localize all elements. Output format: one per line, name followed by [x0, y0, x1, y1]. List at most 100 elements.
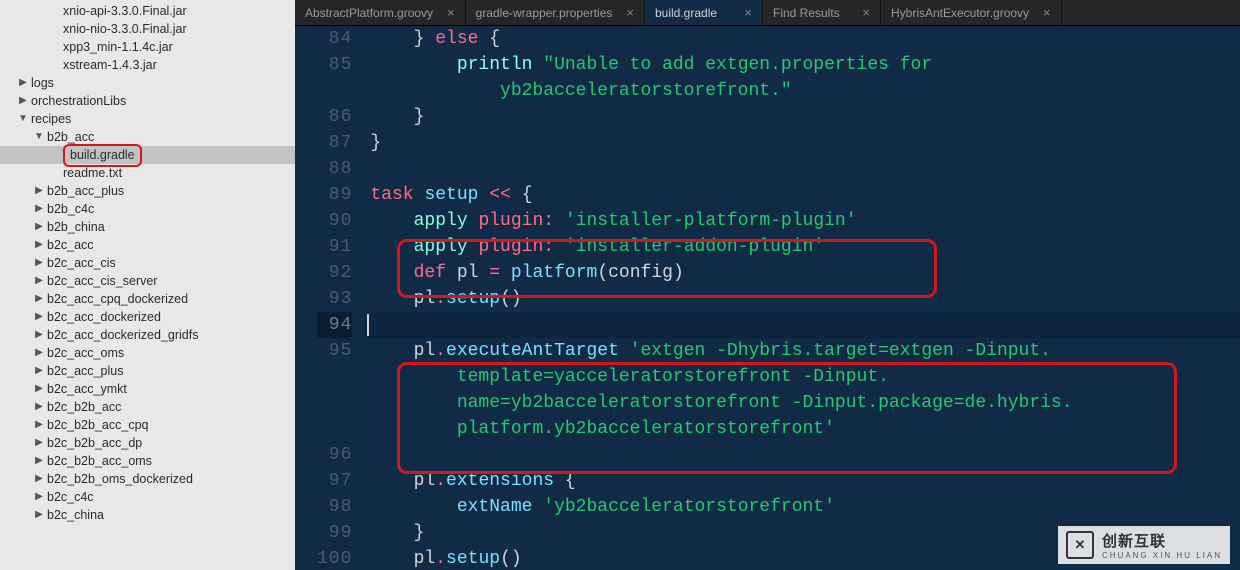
tab-label: build.gradle [655, 6, 717, 20]
chevron-right-icon[interactable]: ▶ [34, 204, 44, 214]
tree-item[interactable]: ▶b2b_c4c [0, 200, 295, 218]
line-number: 92 [317, 260, 352, 286]
tree-item[interactable]: ▶build.gradle [0, 146, 295, 164]
chevron-right-icon[interactable]: ▶ [34, 240, 44, 250]
tree-item[interactable]: ▶b2c_b2b_acc_dp [0, 434, 295, 452]
tree-item-label: b2c_china [47, 508, 104, 522]
code-line[interactable] [370, 312, 1240, 338]
tree-item[interactable]: ▶b2b_acc_plus [0, 182, 295, 200]
tree-item[interactable]: ▶b2c_b2b_oms_dockerized [0, 470, 295, 488]
tree-item-label: b2c_acc_plus [47, 364, 123, 378]
tree-item[interactable]: ▶b2c_acc_dockerized [0, 308, 295, 326]
tab[interactable]: build.gradle × [645, 0, 763, 25]
tab[interactable]: HybrisAntExecutor.groovy× [881, 0, 1062, 25]
chevron-right-icon[interactable]: ▶ [18, 96, 28, 106]
tree-item-label: b2c_b2b_oms_dockerized [47, 472, 193, 486]
file-tree[interactable]: ▶xnio-api-3.3.0.Final.jar▶xnio-nio-3.3.0… [0, 0, 295, 570]
line-number: 89 [317, 182, 352, 208]
code-line[interactable]: template=yacceleratorstorefront -Dinput. [370, 364, 1240, 390]
chevron-right-icon[interactable]: ▶ [34, 258, 44, 268]
close-icon[interactable]: × [1043, 5, 1051, 20]
code-editor[interactable]: 84858687888990919293949596979899100 } el… [295, 26, 1240, 570]
close-icon[interactable]: × [744, 5, 752, 20]
chevron-right-icon[interactable]: ▶ [34, 366, 44, 376]
chevron-right-icon[interactable]: ▶ [34, 402, 44, 412]
tree-item[interactable]: ▼recipes [0, 110, 295, 128]
tree-item[interactable]: ▶orchestrationLibs [0, 92, 295, 110]
code-area[interactable]: } else { println "Unable to add extgen.p… [370, 26, 1240, 570]
tree-item[interactable]: ▶b2b_china [0, 218, 295, 236]
tab[interactable]: Find Results× [763, 0, 881, 25]
code-line[interactable]: platform.yb2bacceleratorstorefront' [370, 416, 1240, 442]
tree-item[interactable]: ▶xnio-nio-3.3.0.Final.jar [0, 20, 295, 38]
code-line[interactable]: println "Unable to add extgen.properties… [370, 52, 1240, 78]
tree-item[interactable]: ▶logs [0, 74, 295, 92]
tree-item[interactable]: ▶b2c_china [0, 506, 295, 524]
chevron-right-icon[interactable]: ▶ [34, 294, 44, 304]
tree-item[interactable]: ▶b2c_acc_dockerized_gridfs [0, 326, 295, 344]
tree-item[interactable]: ▶b2c_acc_cis [0, 254, 295, 272]
close-icon[interactable]: × [862, 5, 870, 20]
tree-item[interactable]: ▼b2b_acc [0, 128, 295, 146]
code-line[interactable]: pl.extensions { [370, 468, 1240, 494]
tree-item[interactable]: ▶xstream-1.4.3.jar [0, 56, 295, 74]
line-number: 98 [317, 494, 352, 520]
tree-item[interactable]: ▶b2c_c4c [0, 488, 295, 506]
tree-item[interactable]: ▶b2c_acc [0, 236, 295, 254]
chevron-right-icon[interactable]: ▶ [34, 474, 44, 484]
code-line[interactable]: extName 'yb2bacceleratorstorefront' [370, 494, 1240, 520]
line-number [317, 416, 352, 442]
tree-item[interactable]: ▶xnio-api-3.3.0.Final.jar [0, 2, 295, 20]
code-line[interactable]: apply plugin: 'installer-addon-plugin' [370, 234, 1240, 260]
tree-item[interactable]: ▶b2c_b2b_acc [0, 398, 295, 416]
tree-item[interactable]: ▶b2c_acc_plus [0, 362, 295, 380]
line-number: 95 [317, 338, 352, 364]
code-line[interactable]: task setup << { [370, 182, 1240, 208]
line-number: 88 [317, 156, 352, 182]
tree-item[interactable]: ▶readme.txt [0, 164, 295, 182]
code-line[interactable]: name=yb2bacceleratorstorefront -Dinput.p… [370, 390, 1240, 416]
code-line[interactable] [370, 442, 1240, 468]
tab[interactable]: AbstractPlatform.groovy× [295, 0, 466, 25]
chevron-right-icon[interactable]: ▶ [34, 492, 44, 502]
chevron-right-icon[interactable]: ▶ [34, 348, 44, 358]
close-icon[interactable]: × [447, 5, 455, 20]
chevron-right-icon[interactable]: ▶ [18, 78, 28, 88]
tab[interactable]: gradle-wrapper.properties× [466, 0, 645, 25]
tree-item[interactable]: ▶b2c_b2b_acc_oms [0, 452, 295, 470]
tree-item[interactable]: ▶xpp3_min-1.1.4c.jar [0, 38, 295, 56]
watermark: ✕ 创新互联 CHUANG XIN HU LIAN [1058, 526, 1230, 564]
code-line[interactable]: } [370, 104, 1240, 130]
chevron-right-icon[interactable]: ▶ [34, 438, 44, 448]
tree-item[interactable]: ▶b2c_acc_ymkt [0, 380, 295, 398]
code-line[interactable]: def pl = platform(config) [370, 260, 1240, 286]
chevron-right-icon[interactable]: ▶ [34, 510, 44, 520]
code-line[interactable] [370, 156, 1240, 182]
tree-item[interactable]: ▶b2c_acc_oms [0, 344, 295, 362]
tree-item[interactable]: ▶b2c_b2b_acc_cpq [0, 416, 295, 434]
tree-item-label: b2b_acc [47, 130, 94, 144]
chevron-right-icon[interactable]: ▶ [34, 312, 44, 322]
chevron-right-icon[interactable]: ▶ [34, 384, 44, 394]
code-line[interactable]: yb2bacceleratorstorefront." [370, 78, 1240, 104]
chevron-down-icon[interactable]: ▼ [18, 114, 28, 124]
chevron-right-icon[interactable]: ▶ [34, 276, 44, 286]
code-line[interactable]: pl.setup() [370, 286, 1240, 312]
chevron-right-icon[interactable]: ▶ [34, 186, 44, 196]
tree-item[interactable]: ▶b2c_acc_cpq_dockerized [0, 290, 295, 308]
chevron-right-icon[interactable]: ▶ [34, 420, 44, 430]
chevron-right-icon[interactable]: ▶ [34, 456, 44, 466]
code-line[interactable]: } else { [370, 26, 1240, 52]
chevron-right-icon[interactable]: ▶ [34, 222, 44, 232]
close-icon[interactable]: × [626, 5, 634, 20]
tree-item-label: xstream-1.4.3.jar [63, 58, 157, 72]
line-number: 99 [317, 520, 352, 546]
tree-item-label: recipes [31, 112, 71, 126]
code-line[interactable]: apply plugin: 'installer-platform-plugin… [370, 208, 1240, 234]
code-line[interactable]: pl.executeAntTarget 'extgen -Dhybris.tar… [370, 338, 1240, 364]
code-line[interactable]: } [370, 130, 1240, 156]
chevron-right-icon[interactable]: ▶ [34, 330, 44, 340]
tree-item[interactable]: ▶b2c_acc_cis_server [0, 272, 295, 290]
chevron-down-icon[interactable]: ▼ [34, 132, 44, 142]
line-number: 86 [317, 104, 352, 130]
